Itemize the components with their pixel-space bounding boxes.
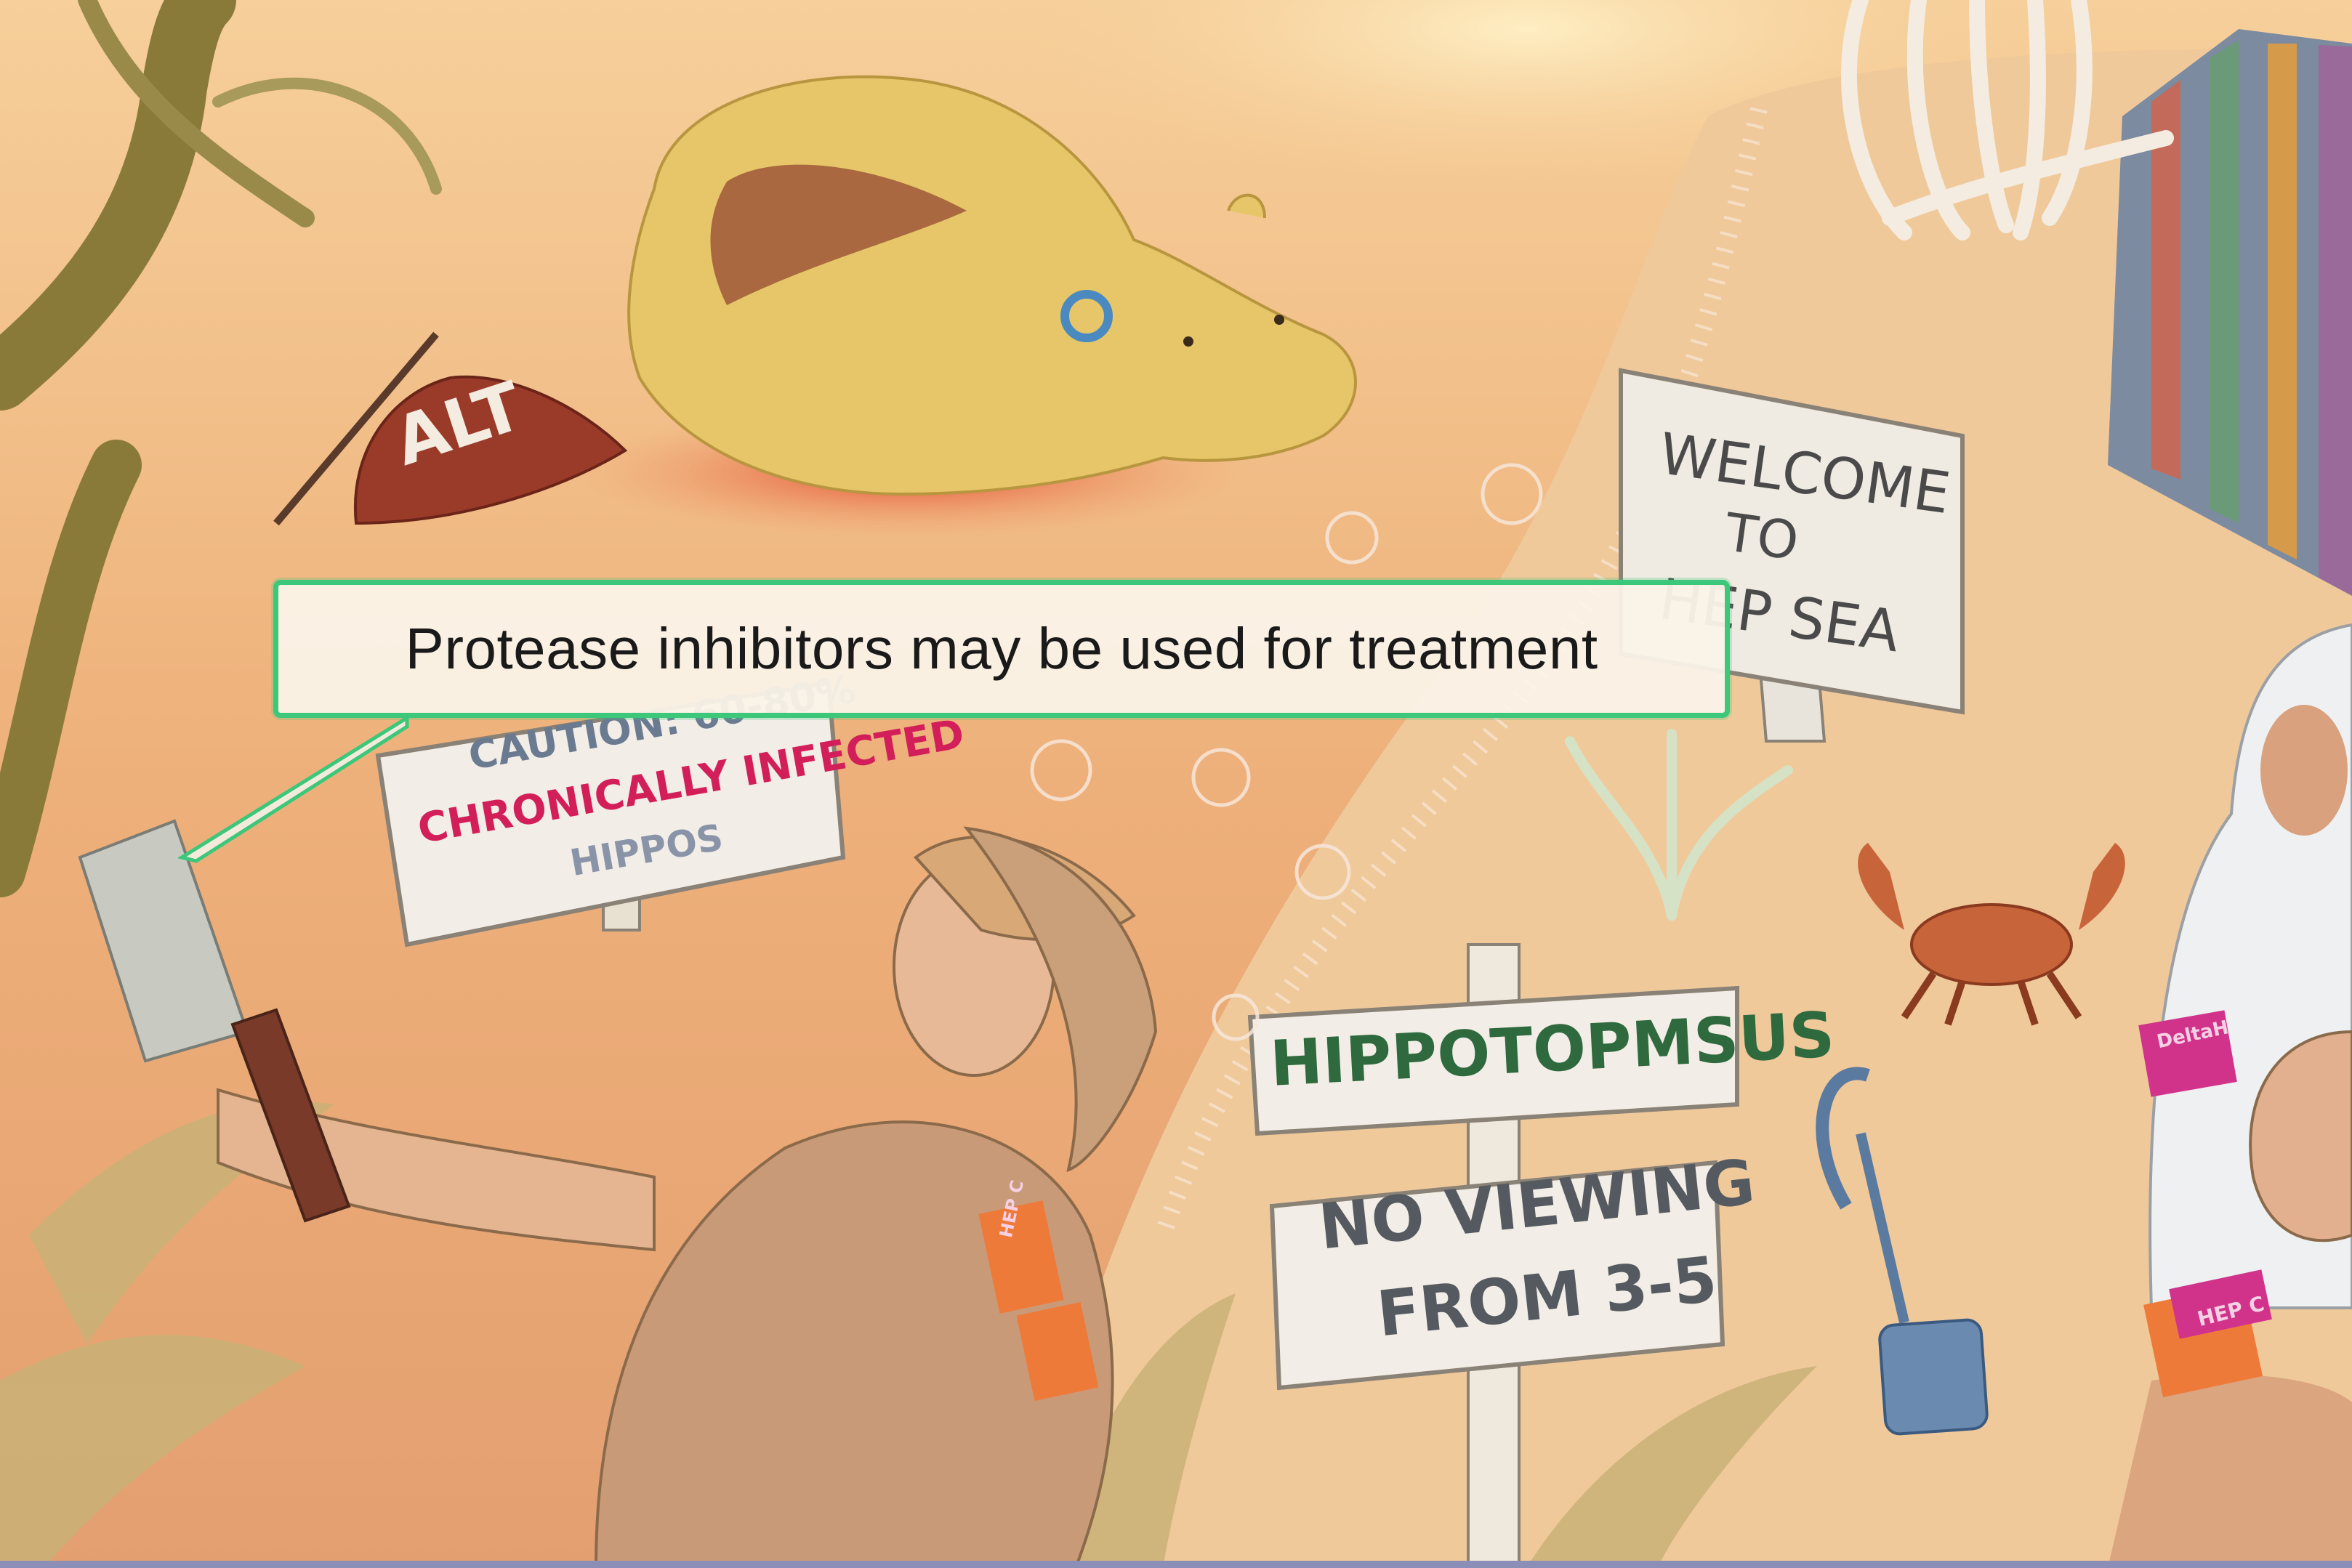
scene-artwork bbox=[0, 0, 2352, 1568]
caption-text: Protease inhibitors may be used for trea… bbox=[405, 616, 1598, 681]
caption-box: Protease inhibitors may be used for trea… bbox=[273, 580, 1730, 718]
welcome-sign-line2: TO bbox=[1721, 501, 1803, 573]
illustration-scene: ALT WELCOME TO HEP SEA CAUTION: 60-80% C… bbox=[0, 0, 2352, 1568]
bottom-edge-bar bbox=[0, 1561, 2352, 1568]
